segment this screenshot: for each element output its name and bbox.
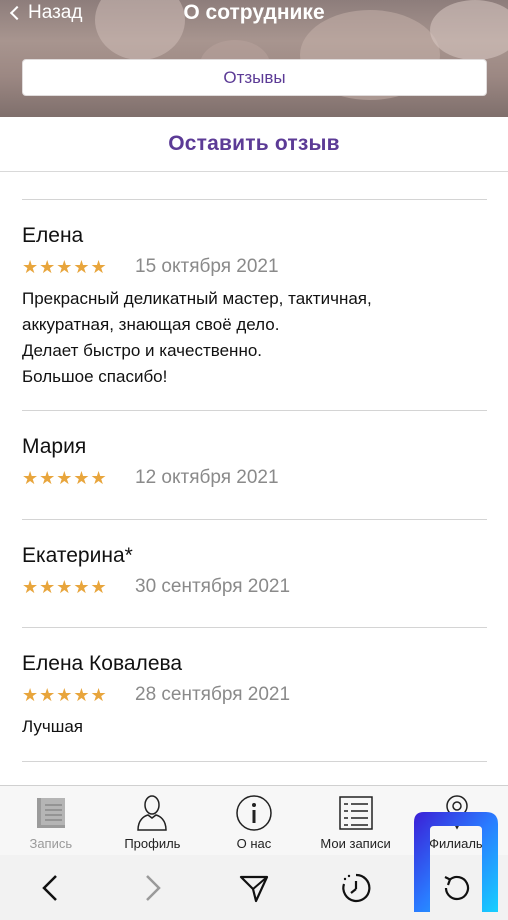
reviews-list: Елена ★★★★★ 15 октября 2021 Прекрасный д… [22,199,487,762]
tab-about[interactable]: О нас [203,786,305,855]
review-text: Прекрасный деликатный мастер, тактичная,… [22,286,487,390]
forward-icon[interactable] [130,866,174,910]
app-logo-icon [414,812,498,912]
send-icon[interactable] [232,866,276,910]
book-icon [32,794,70,832]
review-text-line: аккуратная, знающая своё дело. [22,315,280,334]
review-date: 15 октября 2021 [135,256,279,277]
review-item: Елена Ковалева ★★★★★ 28 сентября 2021 Лу… [22,627,487,762]
star-rating: ★★★★★ [22,256,108,277]
review-text: Лучшая [22,714,487,740]
star-rating: ★★★★★ [22,467,108,488]
review-date: 12 октября 2021 [135,467,279,488]
tab-label: Запись [29,836,73,851]
tab-profile[interactable]: Профиль [102,786,204,855]
review-date: 28 сентября 2021 [135,684,291,705]
reviewer-name: Елена [22,224,84,247]
back-icon[interactable] [29,866,73,910]
star-rating: ★★★★★ [22,576,108,597]
review-text-line: Большое спасибо! [22,367,168,386]
tab-reviews[interactable]: Отзывы [22,59,487,96]
user-icon [133,794,171,832]
info-icon [235,794,273,832]
review-date: 30 сентября 2021 [135,576,291,597]
review-text-line: Прекрасный деликатный мастер, тактичная, [22,289,372,308]
history-icon[interactable] [334,866,378,910]
review-text-line: Делает быстро и качественно. [22,341,263,360]
reviewer-name: Елена Ковалева [22,652,183,675]
page-title: О сотруднике [183,1,325,24]
leave-review-button[interactable]: Оставить отзыв [0,117,508,172]
review-text-line: Лучшая [22,717,84,736]
list-icon [337,794,375,832]
review-item: Екатерина* ★★★★★ 30 сентября 2021 [22,519,487,627]
tab-my-bookings[interactable]: Мои записи [305,786,407,855]
tab-label: О нас [236,836,272,851]
review-item: Елена ★★★★★ 15 октября 2021 Прекрасный д… [22,199,487,410]
tab-label: Мои записи [320,836,391,851]
star-rating: ★★★★★ [22,684,108,705]
tab-label: Профиль [124,836,181,851]
review-item: Мария ★★★★★ 12 октября 2021 [22,410,487,519]
reviewer-name: Екатерина* [22,544,133,567]
tab-booking[interactable]: Запись [0,786,102,855]
reviewer-name: Мария [22,435,87,458]
